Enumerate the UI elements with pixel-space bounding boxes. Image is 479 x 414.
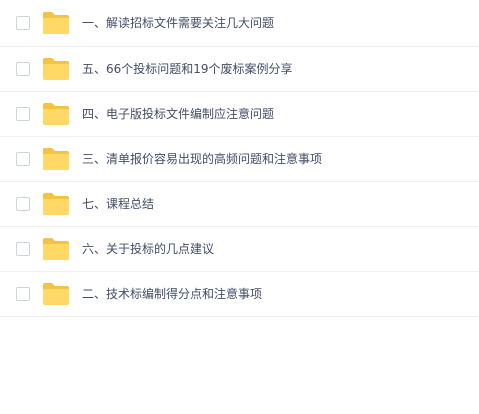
folder-icon <box>43 58 69 80</box>
file-name[interactable]: 六、关于投标的几点建议 <box>82 240 214 258</box>
list-item[interactable]: 三、清单报价容易出现的高频问题和注意事项 <box>0 137 479 182</box>
row-checkbox[interactable] <box>16 152 30 166</box>
list-item[interactable]: 一、解读招标文件需要关注几大问题 <box>0 0 479 47</box>
row-checkbox[interactable] <box>16 197 30 211</box>
folder-icon <box>43 193 69 215</box>
folder-icon <box>43 103 69 125</box>
file-list: 一、解读招标文件需要关注几大问题 五、66个投标问题和19个废标案例分享 四、电… <box>0 0 479 317</box>
row-checkbox[interactable] <box>16 16 30 30</box>
row-checkbox[interactable] <box>16 107 30 121</box>
row-checkbox[interactable] <box>16 242 30 256</box>
folder-icon <box>43 283 69 305</box>
folder-icon <box>43 238 69 260</box>
list-item[interactable]: 四、电子版投标文件编制应注意问题 <box>0 92 479 137</box>
file-name[interactable]: 三、清单报价容易出现的高频问题和注意事项 <box>82 150 322 168</box>
list-item[interactable]: 七、课程总结 <box>0 182 479 227</box>
list-item[interactable]: 五、66个投标问题和19个废标案例分享 <box>0 47 479 92</box>
file-name[interactable]: 二、技术标编制得分点和注意事项 <box>82 285 262 303</box>
file-name[interactable]: 七、课程总结 <box>82 195 154 213</box>
row-checkbox[interactable] <box>16 62 30 76</box>
file-name[interactable]: 一、解读招标文件需要关注几大问题 <box>82 14 274 32</box>
folder-icon <box>43 12 69 34</box>
file-name[interactable]: 四、电子版投标文件编制应注意问题 <box>82 105 274 123</box>
folder-icon <box>43 148 69 170</box>
list-item[interactable]: 二、技术标编制得分点和注意事项 <box>0 272 479 317</box>
row-checkbox[interactable] <box>16 287 30 301</box>
file-name[interactable]: 五、66个投标问题和19个废标案例分享 <box>82 60 293 78</box>
list-item[interactable]: 六、关于投标的几点建议 <box>0 227 479 272</box>
